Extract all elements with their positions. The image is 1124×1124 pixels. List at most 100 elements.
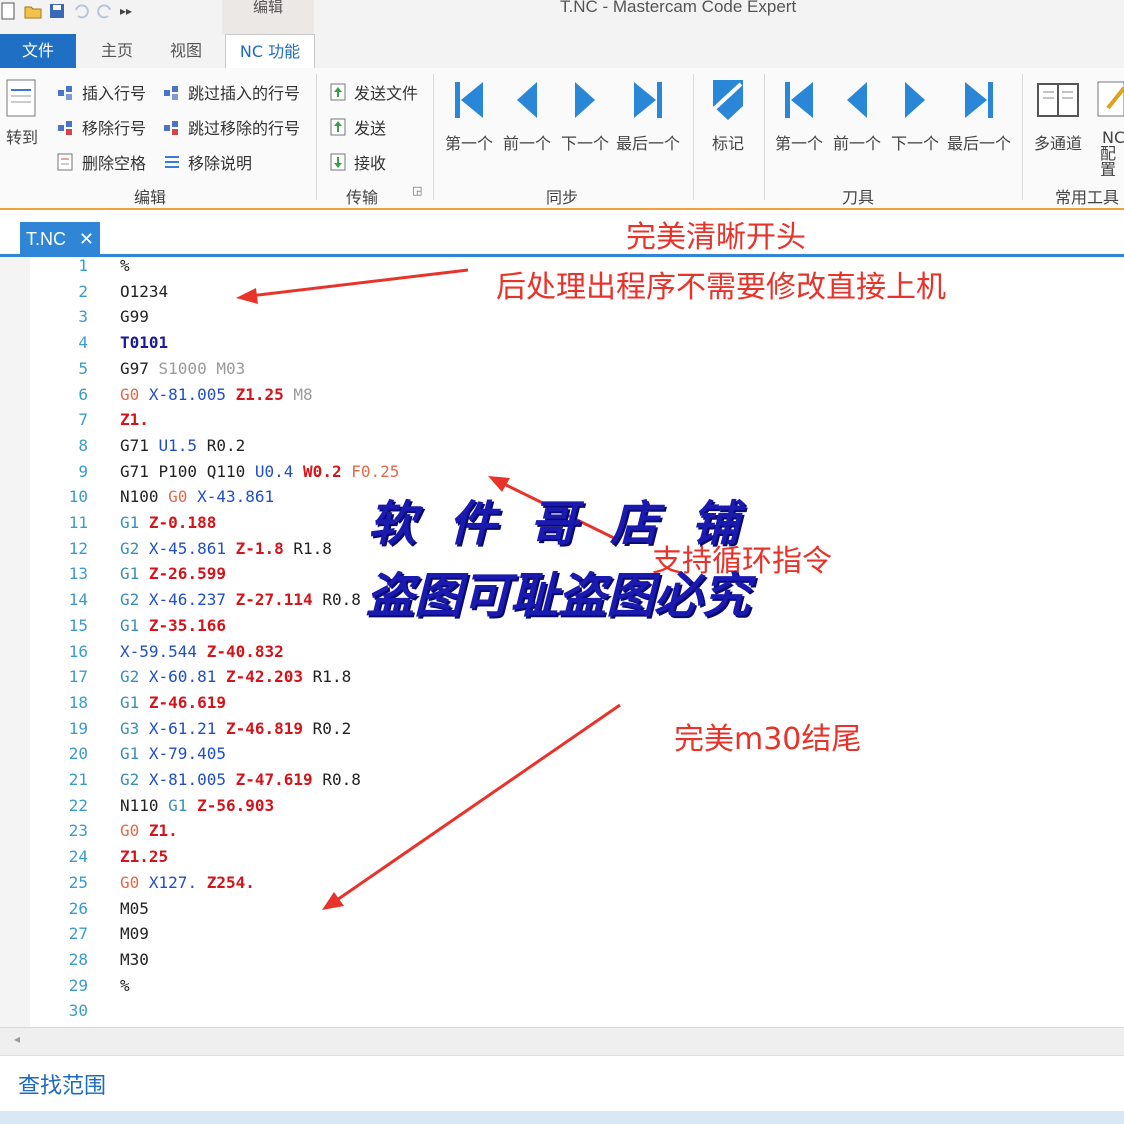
code-token: G3 [120, 718, 149, 738]
code-line[interactable]: 28 M30 [0, 950, 1124, 975]
code-line[interactable]: 7 Z1. [0, 410, 1124, 435]
tab-nc-functions[interactable]: NC 功能 [225, 34, 315, 70]
code-line[interactable]: 3 G99 [0, 307, 1124, 332]
skip-insert-line-no-button[interactable]: 跳过插入的行号 [162, 80, 300, 104]
code-token: Z-26.599 [148, 564, 226, 584]
save-icon[interactable] [48, 2, 66, 20]
code-line[interactable]: 30 [0, 1001, 1124, 1026]
code-line[interactable]: 24 Z1.25 [0, 847, 1124, 872]
last-icon [965, 82, 993, 118]
goto-icon [6, 79, 36, 117]
code-token: G1 [120, 692, 149, 712]
tab-file[interactable]: 文件 [0, 34, 76, 68]
line-number: 7 [78, 410, 88, 430]
code-line[interactable]: 25 G0 X127. Z254. [0, 873, 1124, 898]
code-line[interactable]: 20 G1 X-79.405 [0, 744, 1124, 769]
tool-first-button[interactable]: 第一个 [770, 76, 828, 154]
code-text: N100 G0 X-43.861 [120, 487, 274, 506]
close-icon[interactable]: ✕ [79, 222, 94, 256]
line-number: 11 [68, 513, 88, 532]
sync-last-label: 最后一个 [615, 134, 680, 153]
redo-icon[interactable] [96, 2, 114, 20]
insert-line-no-button[interactable]: 插入行号 [56, 80, 146, 104]
code-token: R0.2 [206, 435, 246, 455]
code-line[interactable]: 8 G71 U1.5 R0.2 [0, 436, 1124, 461]
code-line[interactable]: 29% [0, 976, 1124, 1001]
code-token: G71 [120, 461, 159, 481]
code-line[interactable]: 23 G0 Z1. [0, 821, 1124, 846]
edit-group-label: 编辑 [133, 188, 166, 207]
line-number: 15 [68, 615, 88, 635]
tab-home[interactable]: 主页 [92, 34, 142, 68]
mark-button[interactable]: 标记 [700, 76, 756, 154]
tab-view[interactable]: 视图 [160, 34, 212, 68]
code-line[interactable]: 19 G3 X-61.21 Z-46.819 R0.2 [0, 719, 1124, 744]
sync-first-button[interactable]: 第一个 [440, 76, 498, 154]
send-file-button[interactable]: 发送文件 [328, 80, 418, 104]
nc-config-button[interactable]: NC 配置 [1094, 76, 1124, 178]
code-line[interactable]: 6 G0 X-81.005 Z1.25 M8 [0, 385, 1124, 410]
document-tab[interactable]: T.NC ✕ [20, 222, 100, 256]
remove-line-no-button[interactable]: 移除行号 [56, 115, 146, 139]
code-line[interactable]: 5 G97 S1000 M03 [0, 359, 1124, 384]
code-line[interactable]: 4 T0101 [0, 333, 1124, 358]
code-token: G2 [120, 770, 149, 789]
code-line[interactable]: 16 X-59.544 Z-40.832 [0, 642, 1124, 667]
code-line[interactable]: 27 M09 [0, 924, 1124, 949]
send-label: 发送 [354, 119, 387, 138]
send-button[interactable]: 发送 [328, 115, 386, 139]
sync-prev-button[interactable]: 前一个 [498, 76, 556, 154]
group-divider [693, 74, 694, 200]
group-divider [433, 74, 434, 200]
last-icon [634, 82, 662, 118]
context-tab-edit[interactable]: 编辑 [222, 0, 314, 34]
code-text: G2 X-81.005 Z-47.619 R0.8 [120, 770, 361, 789]
code-token: Z1.25 [120, 847, 169, 867]
line-number: 23 [68, 821, 88, 841]
code-token: R0.8 [322, 770, 361, 789]
multichannel-button[interactable]: 多通道 [1028, 76, 1088, 154]
code-line[interactable]: 22 N110 G1 Z-56.903 [0, 796, 1124, 821]
code-text: G0 X-81.005 Z1.25 M8 [120, 385, 313, 404]
scroll-left-icon[interactable]: ◂ [14, 1032, 20, 1046]
delete-spaces-button[interactable]: 删除空格 [56, 150, 146, 174]
annotation-perfect-start: 完美清晰开头 [626, 220, 806, 255]
code-token: G2 [120, 667, 149, 687]
undo-icon[interactable] [72, 2, 90, 20]
code-line[interactable]: 21 G2 X-81.005 Z-47.619 R0.8 [0, 770, 1124, 795]
code-token: X-79.405 [148, 744, 226, 764]
code-token: G0 [120, 872, 149, 892]
goto-label: 转到 [5, 128, 38, 147]
code-token: X-61.21 [148, 718, 226, 738]
status-strip [0, 1111, 1124, 1124]
tool-next-button[interactable]: 下一个 [886, 76, 944, 154]
nc-config-icon [1097, 81, 1124, 117]
code-token: X-43.861 [197, 487, 275, 507]
find-scope-label[interactable]: 查找范围 [18, 1068, 106, 1100]
group-divider [316, 74, 317, 200]
dialog-launcher-icon[interactable]: ◲ [412, 184, 422, 197]
code-token: G1 [120, 744, 149, 764]
qat-more-icon[interactable]: ▸▸ [120, 4, 132, 18]
code-line[interactable]: 9 G71 P100 Q110 U0.4 W0.2 F0.25 [0, 462, 1124, 487]
document-tab-name: T.NC [26, 229, 66, 249]
code-line[interactable]: 17 G2 X-60.81 Z-42.203 R1.8 [0, 667, 1124, 692]
tool-prev-button[interactable]: 前一个 [828, 76, 886, 154]
delete-spaces-label: 删除空格 [82, 154, 147, 173]
skip-remove-line-no-button[interactable]: 跳过移除的行号 [162, 115, 300, 139]
horizontal-scrollbar[interactable]: ◂ [0, 1027, 1124, 1056]
line-number: 22 [68, 795, 88, 815]
line-number: 26 [68, 898, 88, 918]
sync-last-button[interactable]: 最后一个 [612, 76, 684, 154]
ribbon-tabs: 文件 主页 视图 NC 功能 [0, 34, 1124, 70]
sync-next-button[interactable]: 下一个 [556, 76, 614, 154]
new-file-icon[interactable] [0, 2, 18, 20]
code-line[interactable]: 26 M05 [0, 899, 1124, 924]
code-line[interactable]: 18 G1 Z-46.619 [0, 693, 1124, 718]
tool-last-button[interactable]: 最后一个 [942, 76, 1016, 154]
code-token: Z254. [206, 872, 255, 892]
receive-button[interactable]: 接收 [328, 150, 386, 174]
open-folder-icon[interactable] [24, 2, 42, 20]
remove-comments-button[interactable]: 移除说明 [162, 150, 252, 174]
goto-button[interactable]: 转到 [2, 76, 42, 148]
